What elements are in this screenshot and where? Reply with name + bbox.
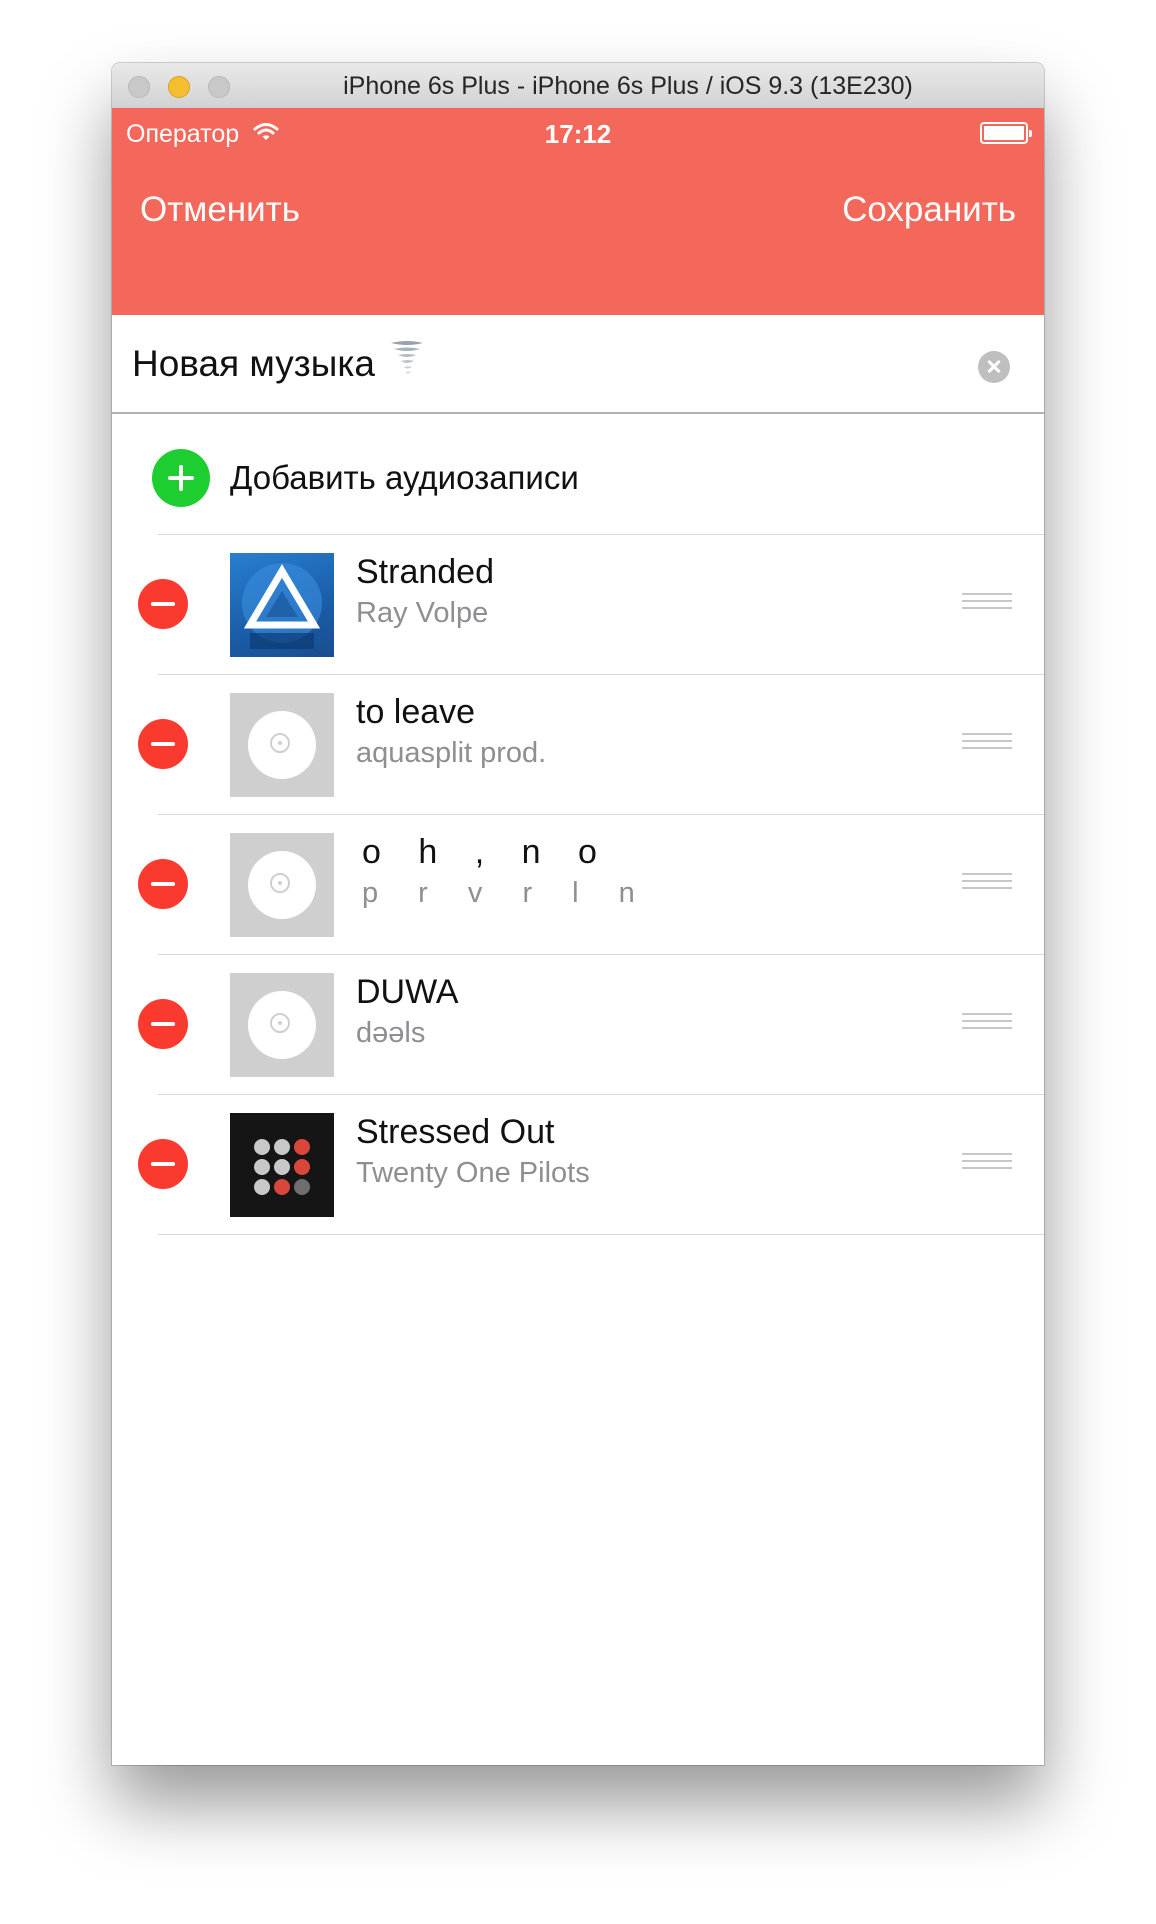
track-row[interactable]: o h , n o p r v r l n: [138, 814, 1044, 954]
placeholder-disc-icon: [230, 693, 334, 797]
delete-icon[interactable]: [138, 719, 188, 769]
delete-icon[interactable]: [138, 999, 188, 1049]
tornado-emoji-icon: [389, 339, 425, 388]
window-title: iPhone 6s Plus - iPhone 6s Plus / iOS 9.…: [343, 72, 913, 100]
zoom-window-button[interactable]: [208, 76, 230, 98]
track-title: Stressed Out: [356, 1113, 555, 1151]
track-artist: aquasplit prod.: [356, 737, 547, 769]
playlist-name-text: Новая музыка: [132, 342, 375, 384]
delete-icon[interactable]: [138, 579, 188, 629]
status-time: 17:12: [544, 119, 612, 149]
reorder-icon[interactable]: [962, 733, 1012, 753]
track-row[interactable]: to leave aquasplit prod.: [138, 674, 1044, 814]
track-title: to leave: [356, 693, 476, 731]
reorder-icon[interactable]: [962, 873, 1012, 893]
reorder-icon[interactable]: [962, 593, 1012, 613]
minimize-window-button[interactable]: [168, 76, 190, 98]
add-tracks-label: Добавить аудиозаписи: [230, 459, 579, 496]
add-tracks-row[interactable]: Добавить аудиозаписи: [112, 414, 1044, 534]
add-icon[interactable]: [152, 449, 210, 507]
blurryface-album-art: [230, 1113, 334, 1217]
track-list: Stranded Ray Volpe to leave aquasplit pr…: [112, 534, 1044, 1235]
clear-icon[interactable]: [978, 351, 1010, 383]
catalyst-album-art: [230, 553, 334, 657]
playlist-name-input[interactable]: Новая музыка: [132, 339, 425, 388]
cancel-button[interactable]: Отменить: [140, 190, 300, 230]
track-artist: Twenty One Pilots: [356, 1157, 590, 1189]
save-button[interactable]: Сохранить: [842, 190, 1016, 230]
track-row[interactable]: Stressed Out Twenty One Pilots: [138, 1094, 1044, 1235]
track-artist: Ray Volpe: [356, 597, 489, 629]
battery-icon: [980, 122, 1032, 144]
reorder-icon[interactable]: [962, 1153, 1012, 1173]
placeholder-disc-icon: [230, 833, 334, 937]
playlist-name-field[interactable]: Новая музыка: [112, 315, 1044, 414]
track-row[interactable]: DUWA dəəls: [138, 954, 1044, 1094]
window-titlebar: iPhone 6s Plus - iPhone 6s Plus / iOS 9.…: [112, 63, 1044, 109]
delete-icon[interactable]: [138, 1139, 188, 1189]
track-artist: p r v r l n: [362, 877, 651, 909]
close-window-button[interactable]: [128, 76, 150, 98]
track-row[interactable]: Stranded Ray Volpe: [138, 534, 1044, 674]
delete-icon[interactable]: [138, 859, 188, 909]
track-artist: dəəls: [356, 1017, 426, 1049]
track-title: o h , n o: [362, 833, 611, 871]
placeholder-disc-icon: [230, 973, 334, 1077]
track-title: Stranded: [356, 553, 494, 591]
navigation-bar: Оператор 17:12 Отменить Сохранить: [112, 108, 1044, 315]
reorder-icon[interactable]: [962, 1013, 1012, 1033]
simulator-window: iPhone 6s Plus - iPhone 6s Plus / iOS 9.…: [112, 63, 1044, 1765]
track-title: DUWA: [356, 973, 459, 1011]
